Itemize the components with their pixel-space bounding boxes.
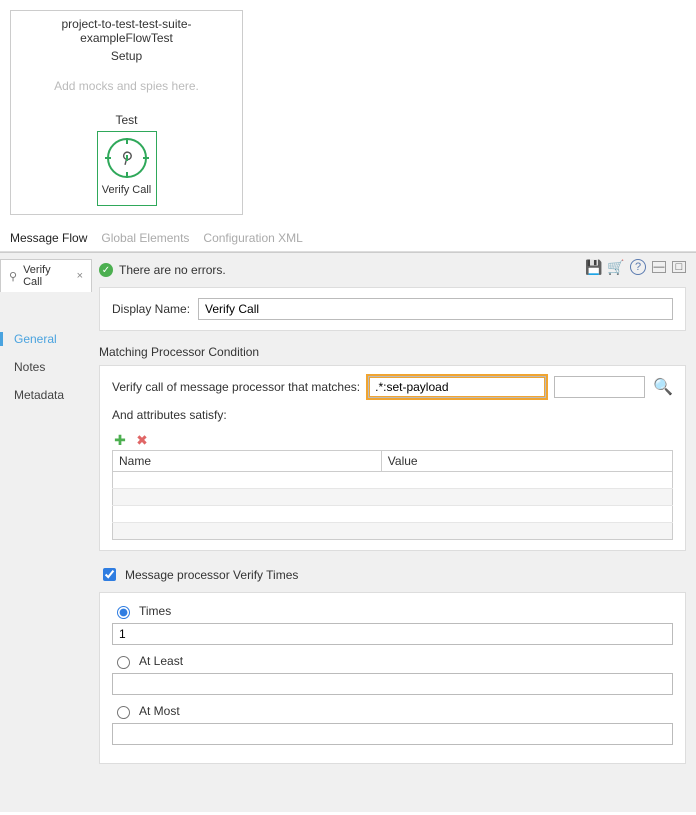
table-row[interactable]: [113, 472, 673, 489]
attributes-satisfy-label: And attributes satisfy:: [112, 408, 673, 422]
close-icon[interactable]: ×: [77, 270, 83, 282]
tab-message-flow[interactable]: Message Flow: [10, 231, 87, 245]
test-section-label: Test: [11, 113, 242, 127]
at-least-input[interactable]: [112, 673, 673, 695]
editor-view-tabs: Message Flow Global Elements Configurati…: [0, 225, 696, 252]
attributes-header-name[interactable]: Name: [113, 451, 382, 472]
table-row[interactable]: [113, 523, 673, 540]
sidebar-item-general[interactable]: General: [0, 332, 85, 346]
vertical-tab-verify-call[interactable]: ⚲ Verify Call ×: [0, 259, 92, 292]
project-title: project-to-test-test-suite-exampleFlowTe…: [11, 17, 242, 45]
verify-call-icon: ⚲: [107, 138, 147, 178]
verify-call-node[interactable]: ⚲ Verify Call: [97, 131, 157, 206]
sidebar-item-metadata[interactable]: Metadata: [14, 388, 85, 402]
verify-times-panel: Times At Least At Most: [99, 592, 686, 764]
verify-glyph-icon: ⚲: [9, 270, 17, 283]
at-most-radio[interactable]: [117, 706, 130, 719]
maximize-icon[interactable]: □: [672, 261, 686, 273]
verify-match-label: Verify call of message processor that ma…: [112, 380, 360, 394]
verify-times-label: Message processor Verify Times: [125, 568, 298, 582]
save-icon[interactable]: 💾: [586, 259, 602, 275]
table-row[interactable]: [113, 506, 673, 523]
status-text: There are no errors.: [119, 263, 226, 277]
verify-call-node-label: Verify Call: [102, 184, 152, 196]
search-icon[interactable]: 🔍: [653, 377, 673, 397]
setup-section-label: Setup: [11, 49, 242, 63]
editor-toolbar: 💾 🛒 ? — □: [586, 259, 686, 275]
verify-times-checkbox[interactable]: [103, 568, 116, 581]
matching-heading: Matching Processor Condition: [99, 345, 686, 359]
sidebar-item-notes[interactable]: Notes: [14, 360, 85, 374]
verify-glyph-icon: ⚲: [118, 147, 134, 169]
display-name-label: Display Name:: [112, 302, 190, 316]
properties-sidebar: General Notes Metadata: [0, 292, 95, 412]
remove-attribute-button[interactable]: ✖: [134, 432, 150, 448]
display-name-input[interactable]: [198, 298, 673, 320]
mocks-placeholder: Add mocks and spies here.: [11, 79, 242, 93]
verify-match-extra-input[interactable]: [554, 376, 645, 398]
add-attribute-button[interactable]: ✚: [112, 432, 128, 448]
status-ok-icon: ✓: [99, 263, 113, 277]
flow-diagram-panel: project-to-test-test-suite-exampleFlowTe…: [10, 10, 243, 215]
attributes-table: Name Value: [112, 450, 673, 540]
times-radio-label: Times: [139, 604, 171, 618]
verify-match-input[interactable]: [368, 376, 546, 398]
tab-global-elements[interactable]: Global Elements: [101, 231, 189, 245]
at-most-input[interactable]: [112, 723, 673, 745]
matching-condition-panel: Verify call of message processor that ma…: [99, 365, 686, 551]
table-row[interactable]: [113, 489, 673, 506]
vertical-tab-rail: ⚲ Verify Call × General Notes Metadata: [0, 253, 95, 812]
vertical-tab-label: Verify Call: [23, 264, 71, 288]
minimize-icon[interactable]: —: [652, 261, 666, 273]
at-least-radio[interactable]: [117, 656, 130, 669]
tab-configuration-xml[interactable]: Configuration XML: [203, 231, 302, 245]
at-least-radio-label: At Least: [139, 654, 183, 668]
display-name-panel: Display Name:: [99, 287, 686, 331]
times-input[interactable]: [112, 623, 673, 645]
times-radio[interactable]: [117, 606, 130, 619]
at-most-radio-label: At Most: [139, 704, 180, 718]
attributes-header-value[interactable]: Value: [381, 451, 672, 472]
properties-editor: ⚲ Verify Call × General Notes Metadata 💾…: [0, 252, 696, 812]
properties-main: 💾 🛒 ? — □ ✓ There are no errors. Display…: [95, 253, 696, 812]
help-icon[interactable]: ?: [630, 259, 646, 275]
cart-icon[interactable]: 🛒: [608, 259, 624, 275]
